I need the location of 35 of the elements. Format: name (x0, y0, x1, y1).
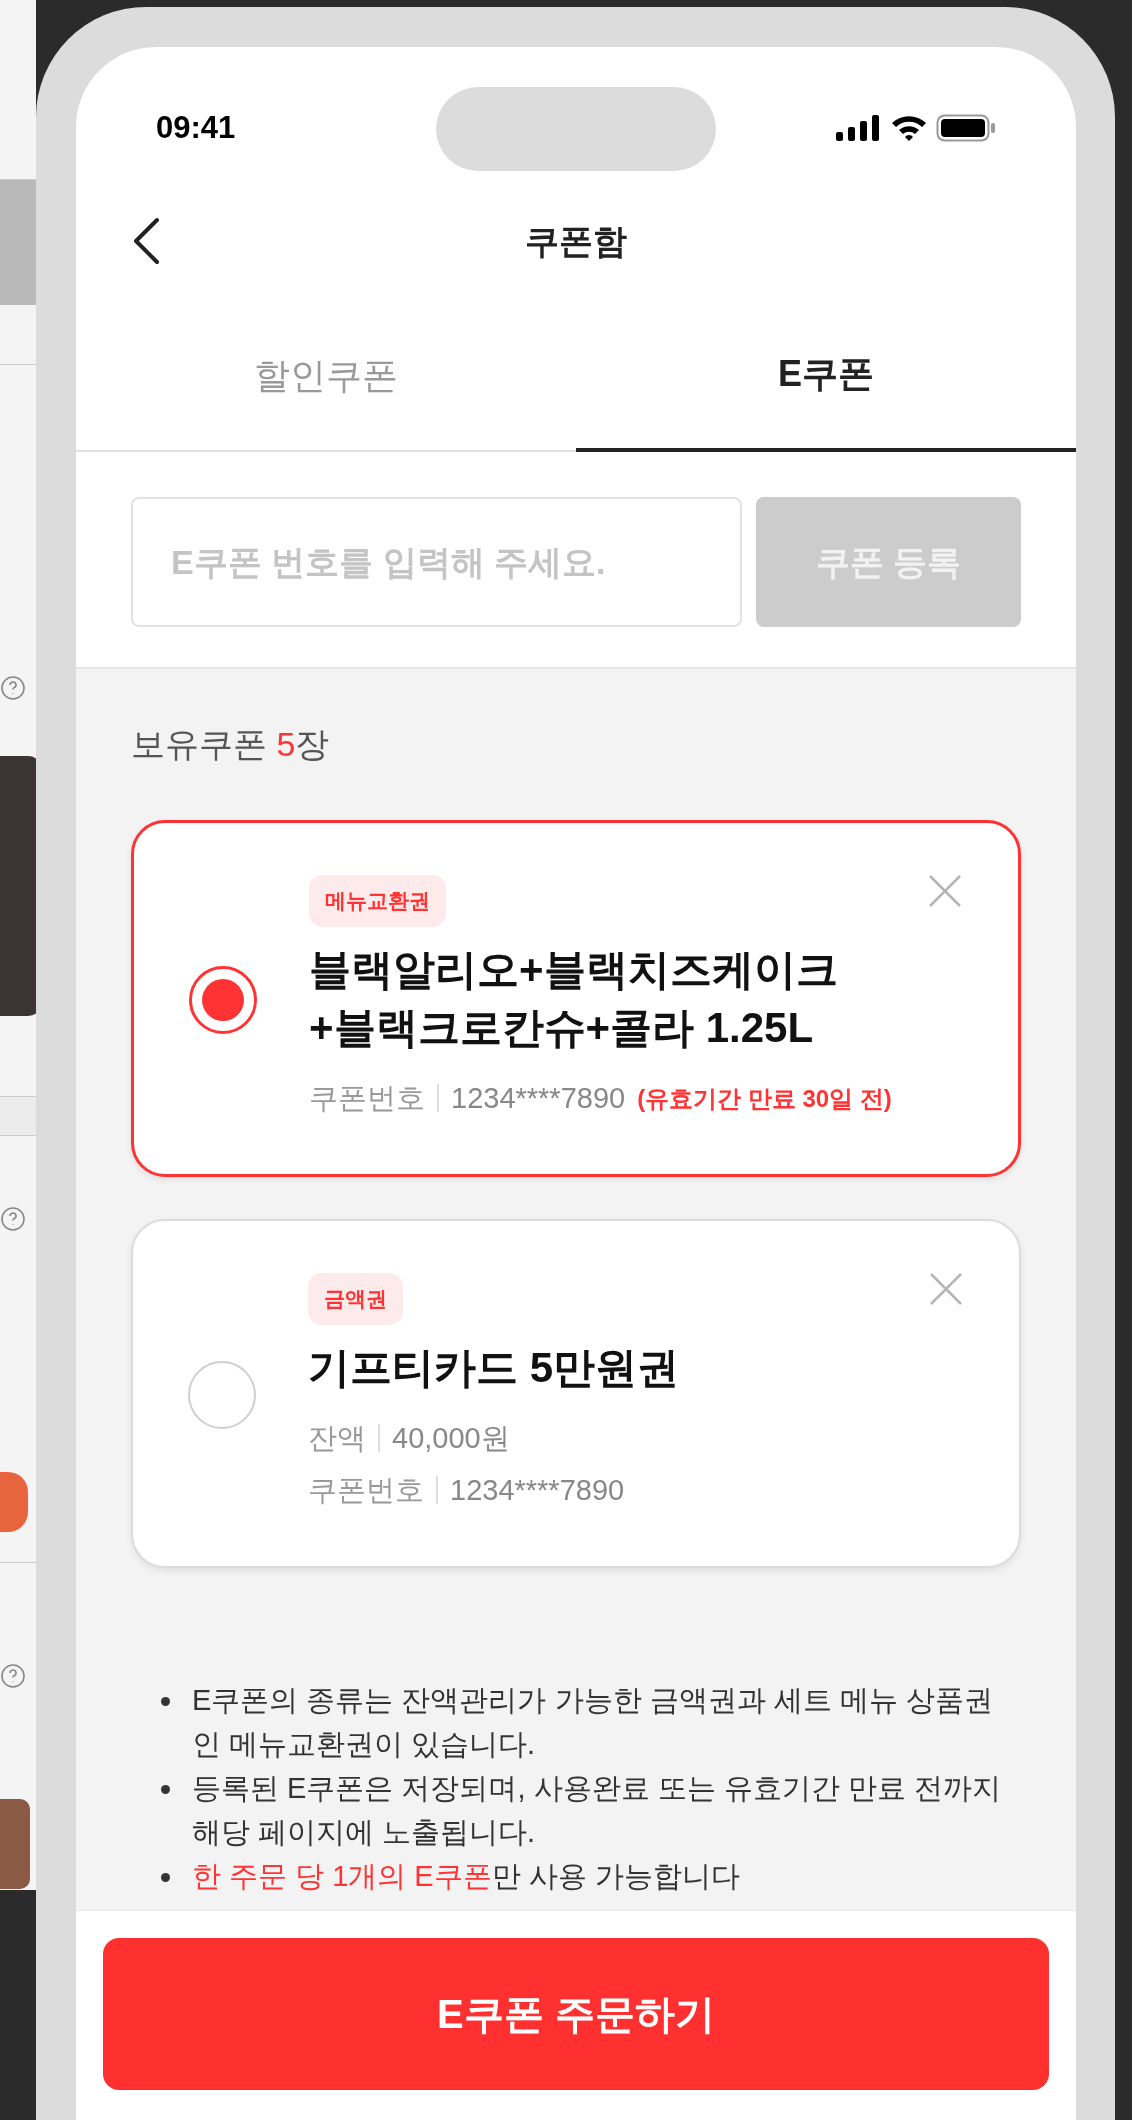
close-icon[interactable] (927, 873, 963, 909)
coupon-type-tag: 금액권 (308, 1273, 403, 1325)
bullet-icon (161, 1873, 170, 1883)
bullet-icon (161, 1696, 170, 1706)
page-title: 쿠폰함 (525, 220, 627, 262)
detail-value: 40,000원 (392, 1420, 510, 1456)
coupon-card[interactable]: 메뉴교환권 블랙알리오+블랙치즈케이크 +블랙크로칸슈+콜라 1.25L 쿠폰번호 1234****7890 (유효기간 만료 30일 전) (131, 820, 1021, 1178)
coupon-count-text: 보유쿠폰 5장 (131, 724, 331, 765)
radio-button[interactable] (188, 1360, 256, 1429)
detail-label: 쿠폰번호 (309, 1081, 425, 1117)
help-icon[interactable] (0, 1206, 26, 1232)
wifi-icon (890, 114, 928, 142)
notice-text: 한 주문 당 1개의 E쿠폰만 사용 가능합니다 (192, 1859, 740, 1895)
notice-text: E쿠폰의 종류는 잔액관리가 가능한 금액권과 세트 메뉴 상품권인 메뉴교환권이 있습니다. (192, 1682, 994, 1763)
tab[interactable]: E쿠폰 (576, 300, 1076, 452)
bullet-icon (161, 1785, 170, 1795)
notice-text: 등록된 E쿠폰은 저장되며, 사용완료 또는 유효기간 만료 전까지 해당 페이지에 노출됩니다. (192, 1771, 1002, 1851)
battery-icon (936, 114, 996, 142)
expiry-note: (유효기간 만료 30일 전) (637, 1083, 892, 1114)
signal-icon (836, 115, 882, 141)
detail-value: 1234****7890 (450, 1472, 625, 1508)
detail-label: 잔액 (308, 1420, 366, 1456)
help-icon[interactable] (0, 1663, 26, 1689)
photo-placeholder (0, 1472, 28, 1532)
order-button[interactable]: E쿠폰 주문하기 (103, 1938, 1049, 2090)
status-time: 09:41 (156, 112, 236, 143)
radio-button[interactable] (189, 965, 257, 1034)
detail-value: 1234****7890 (451, 1081, 626, 1117)
coupon-name: 기프티카드 5만원권 (308, 1342, 680, 1393)
coupon-name: 블랙알리오+블랙치즈케이크 +블랙크로칸슈+콜라 1.25L (309, 944, 839, 1054)
coupon-card[interactable]: 금액권 기프티카드 5만원권 잔액 40,000원 쿠폰번호 1234****7890 (131, 1219, 1021, 1568)
back-icon[interactable] (131, 216, 161, 266)
coupon-type-tag: 메뉴교환권 (309, 875, 446, 927)
help-icon[interactable] (0, 675, 26, 701)
detail-label: 쿠폰번호 (308, 1472, 424, 1508)
